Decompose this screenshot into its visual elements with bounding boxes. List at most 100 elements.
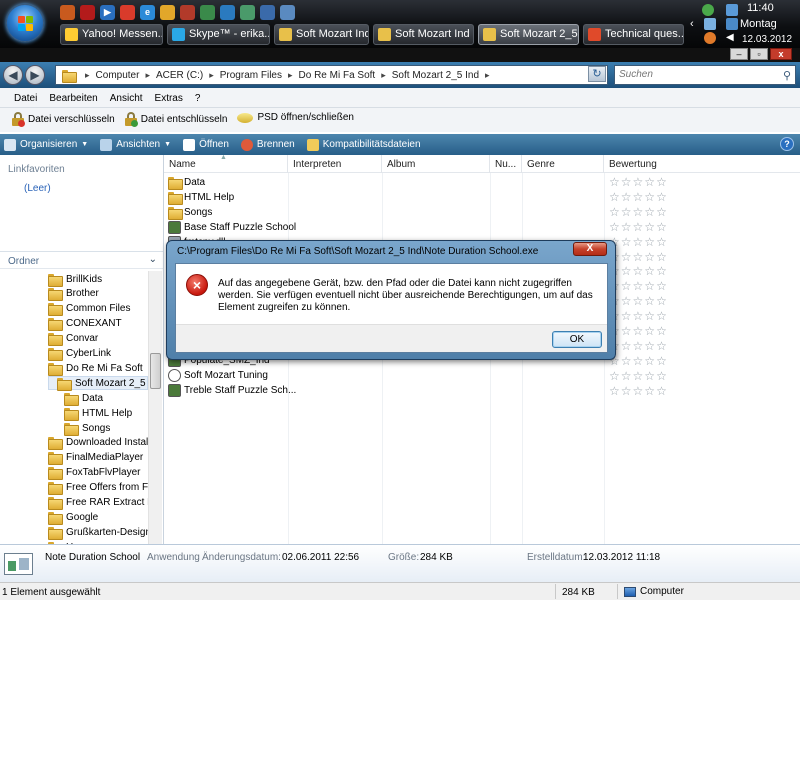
star-icon[interactable]: ☆	[633, 190, 644, 205]
forward-button[interactable]: ▶	[25, 65, 45, 85]
computer-icon[interactable]	[726, 18, 738, 30]
shield-icon[interactable]	[704, 32, 716, 44]
network-icon[interactable]	[704, 18, 716, 30]
star-icon[interactable]: ☆	[633, 279, 644, 294]
rating-stars[interactable]: ☆☆☆☆☆	[609, 279, 667, 294]
task-button[interactable]: Skype™ - erika...	[167, 24, 270, 45]
star-icon[interactable]: ☆	[656, 220, 667, 235]
star-icon[interactable]: ☆	[644, 339, 655, 354]
file-row[interactable]: Treble Staff Puzzle Sch...	[168, 383, 296, 398]
menu-item-ansicht[interactable]: Ansicht	[110, 93, 143, 107]
star-icon[interactable]: ☆	[609, 369, 620, 384]
breadcrumb-item[interactable]: Computer	[96, 70, 140, 81]
star-icon[interactable]: ☆	[644, 205, 655, 220]
ie-icon[interactable]: e	[140, 5, 155, 20]
column-header-artists[interactable]: Interpreten	[288, 155, 382, 173]
dialog-close-button[interactable]: X	[573, 242, 607, 256]
tree-item[interactable]: HTML Help	[64, 406, 132, 421]
close-button[interactable]: x	[770, 48, 792, 60]
menu-item-datei[interactable]: Datei	[14, 93, 37, 107]
star-icon[interactable]: ☆	[621, 339, 632, 354]
breadcrumb-item[interactable]: ACER (C:)	[156, 70, 203, 81]
star-icon[interactable]: ☆	[656, 339, 667, 354]
star-icon[interactable]: ☆	[621, 309, 632, 324]
star-icon[interactable]: ☆	[656, 235, 667, 250]
file-row[interactable]: Base Staff Puzzle School	[168, 220, 296, 235]
rating-stars[interactable]: ☆☆☆☆☆	[609, 250, 667, 265]
rating-stars[interactable]: ☆☆☆☆☆	[609, 205, 667, 220]
star-icon[interactable]: ☆	[656, 250, 667, 265]
scrollbar-thumb[interactable]	[150, 353, 161, 389]
tree-item[interactable]: Soft Mozart 2_5 Ind	[48, 376, 150, 391]
star-icon[interactable]: ☆	[609, 175, 620, 190]
tree-item[interactable]: CyberLink	[48, 347, 111, 361]
chart-icon[interactable]	[240, 5, 255, 20]
decrypt-file-button[interactable]: Datei entschlüsseln	[124, 112, 227, 127]
column-header-album[interactable]: Album	[382, 155, 490, 173]
star-icon[interactable]: ☆	[621, 279, 632, 294]
app-icon[interactable]	[220, 5, 235, 20]
star-icon[interactable]: ☆	[656, 309, 667, 324]
star-icon[interactable]: ☆	[656, 294, 667, 309]
star-icon[interactable]: ☆	[621, 384, 632, 399]
rating-stars[interactable]: ☆☆☆☆☆	[609, 339, 667, 354]
star-icon[interactable]: ☆	[633, 250, 644, 265]
tree-item[interactable]: Do Re Mi Fa Soft	[48, 361, 143, 376]
breadcrumb-item[interactable]: Program Files	[220, 70, 282, 81]
tree-item[interactable]: FinalMediaPlayer	[48, 451, 143, 466]
chevron-left-icon[interactable]: ‹	[690, 18, 702, 30]
star-icon[interactable]: ☆	[644, 324, 655, 339]
ok-button[interactable]: OK	[552, 331, 602, 348]
rating-stars[interactable]: ☆☆☆☆☆	[609, 235, 667, 250]
column-header-rating[interactable]: Bewertung	[604, 155, 800, 173]
messenger-icon[interactable]	[160, 5, 175, 20]
burn-button[interactable]: Brennen	[240, 138, 295, 151]
address-field[interactable]: ▸ Computer ▸ ACER (C:) ▸ Program Files ▸…	[55, 65, 608, 85]
tree-item[interactable]: CONEXANT	[48, 317, 122, 332]
maximize-button[interactable]: ▫	[750, 48, 768, 60]
star-icon[interactable]: ☆	[621, 369, 632, 384]
star-icon[interactable]: ☆	[656, 205, 667, 220]
app-icon[interactable]	[60, 5, 75, 20]
encrypt-file-button[interactable]: Datei verschlüsseln	[12, 112, 115, 127]
star-icon[interactable]: ☆	[656, 190, 667, 205]
star-icon[interactable]: ☆	[609, 384, 620, 399]
star-icon[interactable]: ☆	[644, 250, 655, 265]
tree-item[interactable]: Downloaded Installa	[48, 436, 150, 451]
task-button[interactable]: Technical ques...	[583, 24, 684, 45]
star-icon[interactable]: ☆	[633, 294, 644, 309]
psd-toggle-button[interactable]: PSD öffnen/schließen	[237, 112, 354, 123]
star-icon[interactable]: ☆	[621, 205, 632, 220]
column-header-genre[interactable]: Genre	[522, 155, 604, 173]
compatibility-files-button[interactable]: Kompatibilitätsdateien	[306, 138, 421, 151]
rating-stars[interactable]: ☆☆☆☆☆	[609, 175, 667, 190]
back-button[interactable]: ◀	[3, 65, 23, 85]
menu-item-extras[interactable]: Extras	[155, 93, 183, 107]
rating-stars[interactable]: ☆☆☆☆☆	[609, 354, 667, 369]
tree-item[interactable]: Free Offers from Free	[48, 481, 150, 496]
tree-item[interactable]: Free RAR Extract Fro	[48, 496, 150, 510]
app-icon[interactable]	[280, 5, 295, 20]
star-icon[interactable]: ☆	[644, 220, 655, 235]
speaker-icon[interactable]: ◀	[726, 32, 738, 44]
tree-item[interactable]: Convar	[48, 332, 98, 347]
rating-stars[interactable]: ☆☆☆☆☆	[609, 220, 667, 235]
rating-stars[interactable]: ☆☆☆☆☆	[609, 309, 667, 324]
star-icon[interactable]: ☆	[644, 190, 655, 205]
file-row[interactable]: HTML Help	[168, 190, 234, 205]
star-icon[interactable]: ☆	[621, 354, 632, 369]
star-icon[interactable]: ☆	[609, 220, 620, 235]
star-icon[interactable]: ☆	[656, 324, 667, 339]
tree-item[interactable]: BrillKids	[48, 272, 102, 287]
clock-time[interactable]: 11:40	[747, 2, 774, 14]
star-icon[interactable]: ☆	[644, 384, 655, 399]
chart-icon[interactable]	[260, 5, 275, 20]
folders-header[interactable]: Ordner ⌄	[0, 251, 163, 269]
tree-item[interactable]: Songs	[64, 421, 110, 436]
column-header-number[interactable]: Nu...	[490, 155, 522, 173]
star-icon[interactable]: ☆	[621, 235, 632, 250]
star-icon[interactable]: ☆	[609, 205, 620, 220]
star-icon[interactable]: ☆	[621, 190, 632, 205]
views-button[interactable]: Ansichten ▼	[100, 138, 171, 151]
star-icon[interactable]: ☆	[621, 220, 632, 235]
